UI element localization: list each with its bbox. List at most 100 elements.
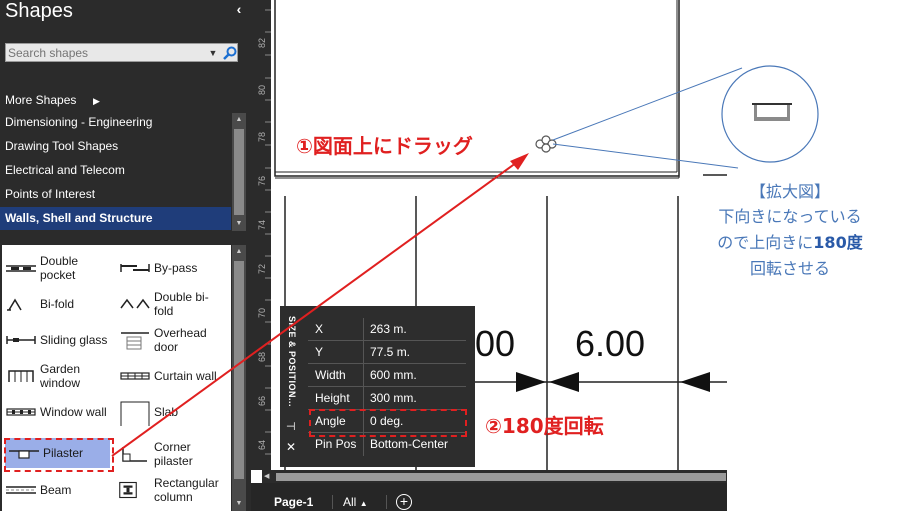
shape-by-pass[interactable]: By-pass: [116, 250, 229, 286]
stencil-item-walls-shell-structure[interactable]: Walls, Shell and Structure: [0, 207, 231, 230]
enlarge-line2-bold: 180度: [813, 233, 863, 252]
dimension-label: 6.00: [575, 323, 646, 364]
shape-double-pocket[interactable]: Double pocket: [2, 250, 115, 286]
sp-row-height[interactable]: Height 300 mm.: [308, 387, 466, 410]
sp-row-width[interactable]: Width 600 mm.: [308, 364, 466, 387]
sp-row-x[interactable]: X 263 m.: [308, 318, 466, 341]
dimension-arrow: [549, 372, 579, 392]
search-box[interactable]: ▼: [5, 43, 238, 62]
sliding-glass-door-icon: [6, 336, 36, 344]
shape-garden-window[interactable]: Garden window: [2, 358, 115, 394]
chevron-down-icon[interactable]: ▼: [207, 45, 219, 61]
garden-window-icon: [8, 370, 34, 382]
shape-grid-scrollbar[interactable]: ▲ ▼: [232, 245, 246, 511]
shape-label: Overhead door: [154, 326, 207, 354]
sp-key: X: [315, 322, 324, 336]
double-bi-fold-door-icon: [120, 298, 150, 309]
shape-label: Window wall: [40, 405, 107, 419]
ruler-ticks: [265, 9, 271, 455]
close-icon[interactable]: ✕: [286, 440, 296, 454]
stencil-label: Drawing Tool Shapes: [5, 139, 119, 153]
shape-label: Double pocket: [40, 254, 79, 282]
divider: [386, 495, 387, 509]
shape-label: Slab: [154, 405, 179, 419]
shape-label: Corner pilaster: [154, 440, 193, 468]
shape-label: Curtain wall: [154, 369, 217, 383]
more-shapes-label: More Shapes: [5, 93, 77, 107]
sp-key: Y: [315, 345, 324, 359]
enlarge-title: 【拡大図】: [749, 182, 830, 201]
shape-double-bi-fold[interactable]: Double bi-fold: [116, 286, 229, 322]
enlarge-line3: 回転させる: [749, 259, 830, 278]
shape-window-wall[interactable]: Window wall: [2, 394, 115, 430]
curtain-wall-icon: [120, 372, 150, 380]
dropped-pilaster-icon[interactable]: [534, 134, 558, 154]
shape-label: Garden window: [40, 362, 81, 390]
divider: [332, 495, 333, 509]
shape-rectangular-column[interactable]: Rectangular column: [116, 472, 229, 508]
shape-curtain-wall[interactable]: Curtain wall: [116, 358, 229, 394]
shapes-panel: Shapes ‹ ▼ More Shapes ▶ Dimensioning - …: [0, 0, 251, 511]
shape-bi-fold[interactable]: Bi-fold: [2, 286, 115, 322]
enlarge-line2: ので上向きに180度: [686, 230, 894, 256]
dimension-label: 00: [475, 323, 516, 364]
page-tabs-bar: Page-1 All ▲ +: [251, 483, 727, 511]
sp-key: Width: [315, 368, 346, 382]
shape-label: Beam: [40, 483, 72, 497]
bypass-door-icon: [120, 264, 150, 272]
scroll-thumb[interactable]: [234, 261, 244, 479]
sp-value[interactable]: 300 mm.: [370, 387, 417, 410]
step2-label: ②180度回転: [485, 414, 604, 438]
scroll-down-icon[interactable]: ▼: [232, 217, 246, 231]
shape-slab[interactable]: Slab: [116, 394, 229, 430]
stencil-label: Points of Interest: [5, 187, 96, 201]
search-input[interactable]: [8, 45, 198, 61]
size-position-title: SIZE & POSITION...: [287, 316, 297, 408]
shape-beam[interactable]: Beam: [2, 472, 115, 508]
stencil-item-dimensioning[interactable]: Dimensioning - Engineering: [0, 111, 231, 134]
scroll-up-icon[interactable]: ▲: [232, 113, 246, 127]
sp-value[interactable]: 263 m.: [370, 318, 407, 341]
corner-pilaster-icon: [122, 447, 147, 462]
stencil-item-points-of-interest[interactable]: Points of Interest: [0, 183, 231, 206]
sp-row-y[interactable]: Y 77.5 m.: [308, 341, 466, 364]
scroll-up-icon[interactable]: ▲: [232, 245, 246, 259]
tab-page-1[interactable]: Page-1: [274, 495, 313, 509]
angle-highlight-box: [309, 409, 467, 437]
stencil-label: Walls, Shell and Structure: [5, 211, 153, 225]
dimension-arrow: [516, 372, 546, 392]
shape-sliding-glass[interactable]: Sliding glass: [2, 322, 115, 358]
scroll-left-icon[interactable]: ◀: [264, 470, 269, 483]
horizontal-scrollbar[interactable]: ◀: [262, 470, 727, 483]
sp-value[interactable]: 600 mm.: [370, 364, 417, 387]
pin-icon[interactable]: ⊣: [286, 420, 296, 433]
stencil-scrollbar[interactable]: ▲ ▼: [232, 113, 246, 231]
shape-overhead-door[interactable]: Overhead door: [116, 322, 229, 358]
scroll-thumb[interactable]: [234, 129, 244, 215]
more-shapes-button[interactable]: More Shapes ▶: [5, 92, 115, 110]
scroll-down-icon[interactable]: ▼: [232, 497, 246, 511]
enlarge-line2-pre: ので上向きに: [717, 233, 814, 252]
scroll-thumb[interactable]: [276, 473, 726, 481]
shape-label: By-pass: [154, 261, 198, 275]
add-page-icon[interactable]: +: [396, 494, 412, 510]
stencil-label: Electrical and Telecom: [5, 163, 125, 177]
sp-value[interactable]: 77.5 m.: [370, 341, 410, 364]
shape-label: Bi-fold: [40, 297, 75, 311]
stencil-item-drawing-tool[interactable]: Drawing Tool Shapes: [0, 135, 231, 158]
enlarge-note: 下向きになっている ので上向きに180度 回転させる: [686, 204, 894, 282]
stencil-item-electrical[interactable]: Electrical and Telecom: [0, 159, 231, 182]
pilaster-highlight-box: [4, 438, 114, 472]
step1-label: ①図面上にドラッグ: [296, 134, 473, 158]
shape-corner-pilaster[interactable]: Corner pilaster: [116, 436, 229, 472]
tab-all-pages[interactable]: All ▲: [343, 495, 368, 509]
stencil-label: Dimensioning - Engineering: [5, 115, 153, 129]
chevron-right-icon: ▶: [93, 96, 100, 106]
chevron-left-icon[interactable]: ‹: [232, 2, 246, 16]
search-icon[interactable]: [222, 45, 238, 61]
beam-icon: [6, 486, 36, 494]
slab-icon: [120, 401, 150, 426]
enlarge-line1: 下向きになっている: [718, 207, 862, 226]
sp-key: Height: [315, 391, 350, 405]
dimension-arrow: [680, 372, 710, 392]
